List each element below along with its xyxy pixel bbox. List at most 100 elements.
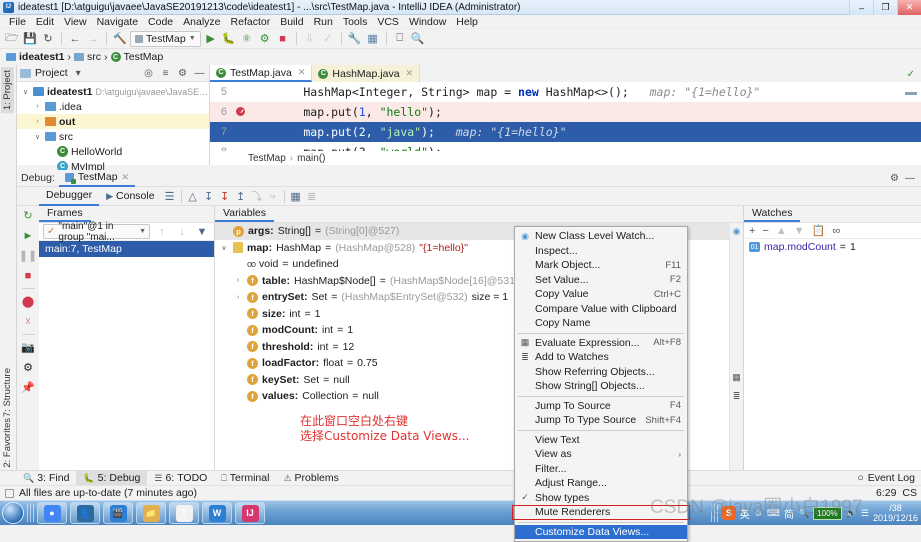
sidebar-item-project[interactable]: 1: Project xyxy=(1,67,14,114)
run-icon[interactable]: ▶ xyxy=(203,31,219,47)
taskbar-grip[interactable] xyxy=(27,504,34,522)
evaluate-expression-icon[interactable]: ▦ xyxy=(288,188,304,204)
force-step-into-icon[interactable]: ↥ xyxy=(233,188,249,204)
chevron-down-icon[interactable]: ▼ xyxy=(139,228,146,235)
bottom-tab-find[interactable]: 🔍 3: Find xyxy=(16,471,76,486)
menu-item-view-text[interactable]: View Text xyxy=(515,433,687,448)
debug-session-tab[interactable]: TestMap ✕ xyxy=(58,170,136,187)
add-to-watches-icon[interactable]: ≣ xyxy=(731,391,742,402)
close-icon[interactable]: ✕ xyxy=(406,68,414,79)
run-configuration-selector[interactable]: TestMap ▼ xyxy=(130,30,201,47)
tree-item-out[interactable]: › out xyxy=(17,114,209,129)
menu-item-customize-data-views[interactable]: Customize Data Views... xyxy=(515,524,687,539)
event-log-button[interactable]: ○ Event Log xyxy=(857,472,921,484)
frame-up-icon[interactable]: ↑ xyxy=(154,224,170,240)
expand-arrow-icon[interactable]: › xyxy=(33,103,42,110)
expand-arrow-icon[interactable]: › xyxy=(33,118,42,125)
menu-item-edit[interactable]: Edit xyxy=(31,15,59,29)
remove-watch-icon[interactable]: − xyxy=(762,225,768,237)
class-level-watch-icon[interactable]: ∞ xyxy=(832,225,840,237)
layout-icon[interactable]: ☰ xyxy=(162,188,178,204)
close-icon[interactable]: ✕ xyxy=(298,67,306,78)
menu-item-new-class-level-watch[interactable]: ◉ New Class Level Watch... xyxy=(515,229,687,244)
resume-icon[interactable]: ► xyxy=(21,228,36,243)
menu-item-help[interactable]: Help xyxy=(451,15,483,29)
menu-item-refactor[interactable]: Refactor xyxy=(226,15,276,29)
move-up-icon[interactable]: ▲ xyxy=(776,225,787,237)
menu-item-code[interactable]: Code xyxy=(143,15,178,29)
menu-item-show-string-objects[interactable]: Show String[] Objects... xyxy=(515,379,687,394)
move-down-icon[interactable]: ▼ xyxy=(794,225,805,237)
copy-icon[interactable]: 📋 xyxy=(812,224,826,237)
maximize-button[interactable]: ❐ xyxy=(873,0,897,15)
menu-item-jump-to-source[interactable]: Jump To Source F4 xyxy=(515,399,687,414)
watches-tab[interactable]: Watches xyxy=(744,205,801,222)
debug-subtab-Debugger[interactable]: Debugger xyxy=(39,187,100,206)
breadcrumb-item-ideatest1[interactable]: ideatest1 xyxy=(6,51,65,63)
close-button[interactable]: ✕ xyxy=(897,0,921,15)
mute-breakpoints-icon[interactable]: ☓ xyxy=(21,314,36,329)
window-controls[interactable]: – ❐ ✕ xyxy=(849,0,921,15)
debug-subtab-Console[interactable]: ▶ Console xyxy=(99,187,161,206)
step-into-icon[interactable]: ↧ xyxy=(217,188,233,204)
code-line-5[interactable]: 5 HashMap<Integer, String> map = new Has… xyxy=(210,82,921,102)
stop-icon[interactable]: ■ xyxy=(275,31,291,47)
taskbar-clock[interactable]: /38 2019/12/16 xyxy=(873,503,918,523)
expand-arrow-icon[interactable]: › xyxy=(233,294,243,301)
sidebar-item-structure[interactable]: 7: Structure xyxy=(1,365,14,420)
network-icon[interactable]: ☰ xyxy=(861,508,869,519)
taskbar-button-chrome[interactable]: ● xyxy=(37,502,67,524)
taskbar-button-wps[interactable]: W xyxy=(202,502,232,524)
menu-item-copy-value[interactable]: Copy Value Ctrl+C xyxy=(515,287,687,302)
editor-crumb-TestMap[interactable]: TestMap xyxy=(248,153,286,164)
menu-item-run[interactable]: Run xyxy=(309,15,338,29)
pause-icon[interactable]: ❚❚ xyxy=(19,248,37,263)
breadcrumb-item-src[interactable]: src xyxy=(74,51,101,63)
tree-item-.idea[interactable]: › .idea xyxy=(17,99,209,114)
settings-icon[interactable]: ⚙ xyxy=(21,360,36,375)
terminal-icon[interactable]: ⎕ xyxy=(392,31,408,47)
menu-item-window[interactable]: Window xyxy=(404,15,451,29)
show-execution-point-icon[interactable]: △ xyxy=(185,188,201,204)
run-to-cursor-icon[interactable]: ⤷ xyxy=(265,188,281,204)
save-icon[interactable]: 💾 xyxy=(22,31,38,47)
checkbox-icon[interactable] xyxy=(5,488,14,498)
menu-item-view[interactable]: View xyxy=(59,15,92,29)
variables-context-menu[interactable]: ◉ New Class Level Watch... Inspect... Ma… xyxy=(514,226,688,542)
battery-indicator[interactable]: 100% xyxy=(813,506,842,520)
volume-icon[interactable]: 🔊 xyxy=(846,508,857,519)
menu-item-file[interactable]: File xyxy=(4,15,31,29)
watches-list[interactable]: 01 map.modCount = 1 xyxy=(744,239,921,255)
minimize-button[interactable]: – xyxy=(849,0,873,15)
menu-item-compare-value-with-clipboard[interactable]: Compare Value with Clipboard xyxy=(515,302,687,317)
smiley-icon[interactable]: ☺ xyxy=(754,508,763,518)
menu-item-adjust-range[interactable]: Adjust Range... xyxy=(515,476,687,491)
step-over-icon[interactable]: ↧ xyxy=(201,188,217,204)
taskbar-button-intellij-idea[interactable]: IJ xyxy=(235,502,265,524)
frame-row[interactable]: main:7, TestMap xyxy=(39,241,214,257)
stop-icon[interactable]: ■ xyxy=(21,268,36,283)
pin-icon[interactable]: 📌 xyxy=(21,380,36,395)
menu-item-vcs[interactable]: VCS xyxy=(372,15,404,29)
tree-item-HelloWorld[interactable]: C HelloWorld xyxy=(17,144,209,159)
expand-arrow-icon[interactable]: ∨ xyxy=(33,133,42,141)
view-breakpoints-icon[interactable]: ⬤ xyxy=(21,294,36,309)
menu-item-build[interactable]: Build xyxy=(275,15,308,29)
menu-item-evaluate-expression[interactable]: ▦ Evaluate Expression... Alt+F8 xyxy=(515,336,687,351)
gear-icon[interactable]: ⚙ xyxy=(176,67,189,80)
windows-start-orb-icon[interactable] xyxy=(2,502,24,524)
watches-icon[interactable]: ≣ xyxy=(304,188,320,204)
bottom-tab-problems[interactable]: ⚠ Problems xyxy=(276,471,345,486)
taskbar-button-file-explorer[interactable]: 📁 xyxy=(136,502,166,524)
close-icon[interactable]: ✕ xyxy=(122,172,130,183)
forward-arrow-icon[interactable]: → xyxy=(85,31,101,47)
add-watch-icon[interactable]: + xyxy=(749,225,755,237)
editor-tab-TestMap.java[interactable]: C TestMap.java ✕ xyxy=(210,65,313,82)
menu-item-tools[interactable]: Tools xyxy=(338,15,373,29)
menu-item-set-value[interactable]: Set Value... F2 xyxy=(515,273,687,288)
collapse-all-icon[interactable]: ≡ xyxy=(159,67,172,80)
screenshot-icon[interactable]: 📷 xyxy=(21,340,36,355)
debug-icon[interactable]: 🐛 xyxy=(221,31,237,47)
ime-label[interactable]: 英 xyxy=(740,506,750,521)
tree-item-src[interactable]: ∨ src xyxy=(17,129,209,144)
